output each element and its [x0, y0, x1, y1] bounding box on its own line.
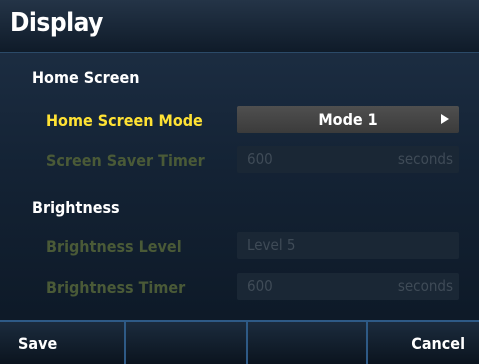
cancel-softkey[interactable]: Cancel — [368, 322, 479, 364]
save-softkey[interactable]: Save — [0, 322, 126, 364]
page-title: Display — [10, 8, 103, 38]
display-settings-screen: Display Home Screen Home Screen Mode Mod… — [0, 0, 479, 364]
brightness-timer-field[interactable]: 600 seconds — [237, 273, 459, 300]
brightness-timer-value: 600 — [247, 277, 273, 295]
home-screen-mode-selector[interactable]: Mode 1 — [237, 106, 459, 133]
softkey-3[interactable] — [248, 322, 368, 364]
brightness-level-value: Level 5 — [247, 236, 296, 254]
screen-saver-timer-unit: seconds — [397, 150, 453, 168]
brightness-timer-label: Brightness Timer — [46, 278, 186, 297]
softkey-2[interactable] — [126, 322, 248, 364]
section-brightness: Brightness — [32, 198, 120, 217]
title-bar: Display — [0, 0, 479, 53]
home-screen-mode-value: Mode 1 — [318, 110, 378, 129]
home-screen-mode-label[interactable]: Home Screen Mode — [46, 111, 203, 130]
brightness-timer-unit: seconds — [397, 277, 453, 295]
screen-saver-timer-value: 600 — [247, 150, 273, 168]
arrow-right-icon — [441, 114, 449, 124]
section-home-screen: Home Screen — [32, 68, 140, 87]
brightness-level-label: Brightness Level — [46, 237, 182, 256]
screen-saver-timer-label: Screen Saver Timer — [46, 151, 205, 170]
cancel-softkey-label: Cancel — [411, 334, 465, 353]
softkey-bar: Save Cancel — [0, 320, 479, 364]
brightness-level-field[interactable]: Level 5 — [237, 232, 459, 259]
save-softkey-label: Save — [18, 334, 58, 353]
screen-saver-timer-field[interactable]: 600 seconds — [237, 146, 459, 173]
